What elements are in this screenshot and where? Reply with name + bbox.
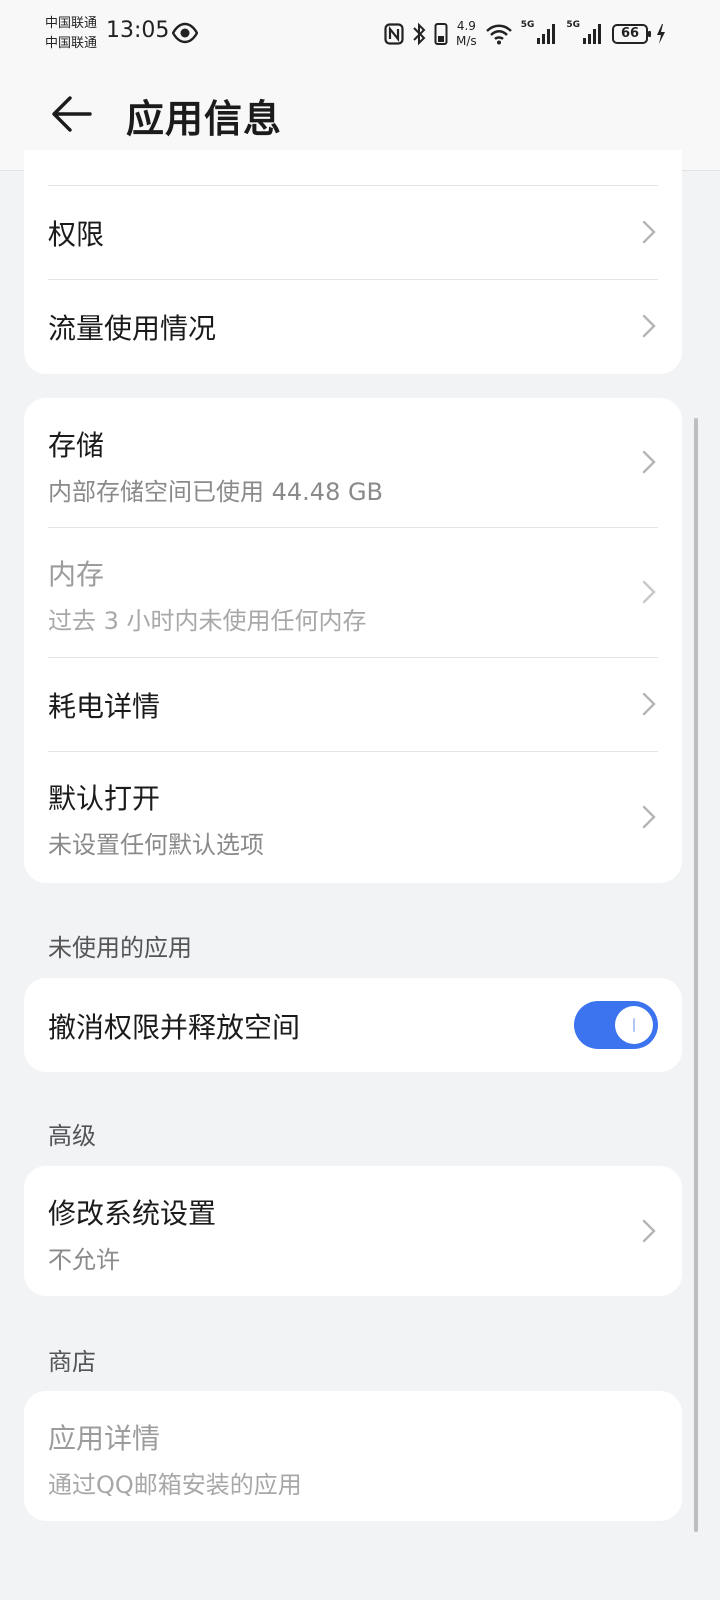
chevron-right-icon: [642, 805, 656, 829]
item-label: 应用详情: [48, 1422, 161, 1455]
chevron-right-icon: [642, 314, 656, 338]
item-subtitle: 不允许: [48, 1246, 120, 1274]
battery-usage-item[interactable]: 耗电详情: [48, 657, 658, 751]
chevron-right-icon: [642, 1219, 656, 1243]
page-title: 应用信息: [126, 97, 283, 141]
carrier-info: 中国联通 中国联通: [45, 14, 97, 54]
section-header-store: 商店: [48, 1348, 96, 1376]
open-by-default-item[interactable]: 默认打开 未设置任何默认选项: [48, 751, 658, 883]
toggle-knob: [615, 1006, 653, 1044]
revoke-permissions-item[interactable]: 撤消权限并释放空间: [48, 978, 658, 1072]
signal-1-label: 5G: [520, 20, 535, 30]
section-header-unused-apps: 未使用的应用: [48, 934, 192, 962]
chevron-right-icon: [642, 220, 656, 244]
battery-icon: 66: [612, 24, 651, 44]
item-subtitle: 未设置任何默认选项: [48, 831, 264, 859]
wifi-icon: [485, 24, 512, 45]
chevron-right-icon: [642, 580, 656, 604]
status-icons: 4.9 M/s 5G 5G 66: [384, 16, 666, 52]
eye-icon: [172, 22, 198, 44]
modify-system-settings-item[interactable]: 修改系统设置 不允许: [48, 1166, 658, 1296]
signal-icon: [583, 24, 601, 44]
signal-2-label: 5G: [566, 20, 580, 30]
network-speed: 4.9 M/s: [456, 19, 477, 49]
revoke-permissions-toggle[interactable]: [574, 1001, 658, 1049]
app-details-item[interactable]: 应用详情 通过QQ邮箱安装的应用: [48, 1391, 658, 1521]
chevron-right-icon: [642, 692, 656, 716]
settings-card-2: 存储 内部存储空间已使用 44.48 GB 内存 过去 3 小时内未使用任何内存…: [24, 398, 682, 883]
item-subtitle: 通过QQ邮箱安装的应用: [48, 1471, 302, 1499]
item-label: 存储: [48, 429, 105, 462]
item-label: 内存: [48, 558, 105, 591]
item-label: 耗电详情: [48, 690, 161, 723]
arrow-left-icon[interactable]: [50, 94, 94, 134]
carrier-1: 中国联通: [45, 16, 98, 31]
advanced-card: 修改系统设置 不允许: [24, 1166, 682, 1296]
carrier-2: 中国联通: [45, 36, 98, 51]
charging-icon: [657, 24, 665, 44]
scrollbar[interactable]: [694, 418, 698, 1532]
item-subtitle: 过去 3 小时内未使用任何内存: [48, 607, 367, 635]
data-usage-item[interactable]: 流量使用情况: [48, 279, 658, 374]
item-label: 修改系统设置: [48, 1197, 217, 1230]
speed-unit: M/s: [456, 34, 477, 48]
item-subtitle: 内部存储空间已使用 44.48 GB: [48, 478, 384, 506]
phone-icon: [434, 23, 448, 45]
speed-value: 4.9: [456, 19, 476, 33]
section-header-advanced: 高级: [48, 1122, 96, 1150]
storage-item[interactable]: 存储 内部存储空间已使用 44.48 GB: [48, 398, 658, 527]
signal-icon: [537, 24, 556, 44]
nfc-icon: [384, 23, 404, 45]
item-label: 撤消权限并释放空间: [48, 1011, 301, 1044]
app-header: 中国联通 中国联通 13:05 4.9 M/s 5G 5G 66 应用信息: [0, 0, 720, 171]
unused-apps-card: 撤消权限并释放空间: [24, 978, 682, 1072]
memory-item[interactable]: 内存 过去 3 小时内未使用任何内存: [48, 527, 658, 657]
chevron-right-icon: [642, 450, 656, 474]
item-label: 权限: [48, 218, 105, 251]
item-label: 流量使用情况: [48, 312, 217, 345]
item-label: 默认打开: [48, 782, 161, 815]
store-card: 应用详情 通过QQ邮箱安装的应用: [24, 1391, 682, 1521]
status-time: 13:05: [106, 18, 170, 43]
permissions-item[interactable]: 权限: [48, 185, 658, 279]
settings-card-1: 权限 流量使用情况: [24, 150, 682, 374]
bluetooth-icon: [413, 22, 426, 46]
